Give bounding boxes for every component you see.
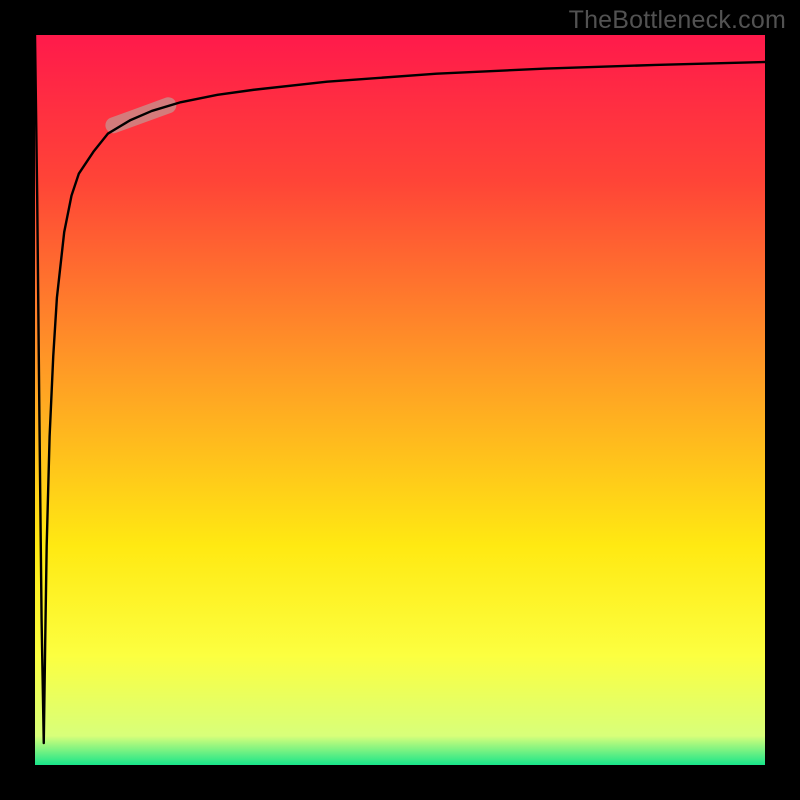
curve-layer [35,35,765,765]
watermark-text: TheBottleneck.com [569,6,786,35]
chart-frame: TheBottleneck.com [0,0,800,800]
plot-area [35,35,765,765]
bottleneck-curve [35,35,765,743]
